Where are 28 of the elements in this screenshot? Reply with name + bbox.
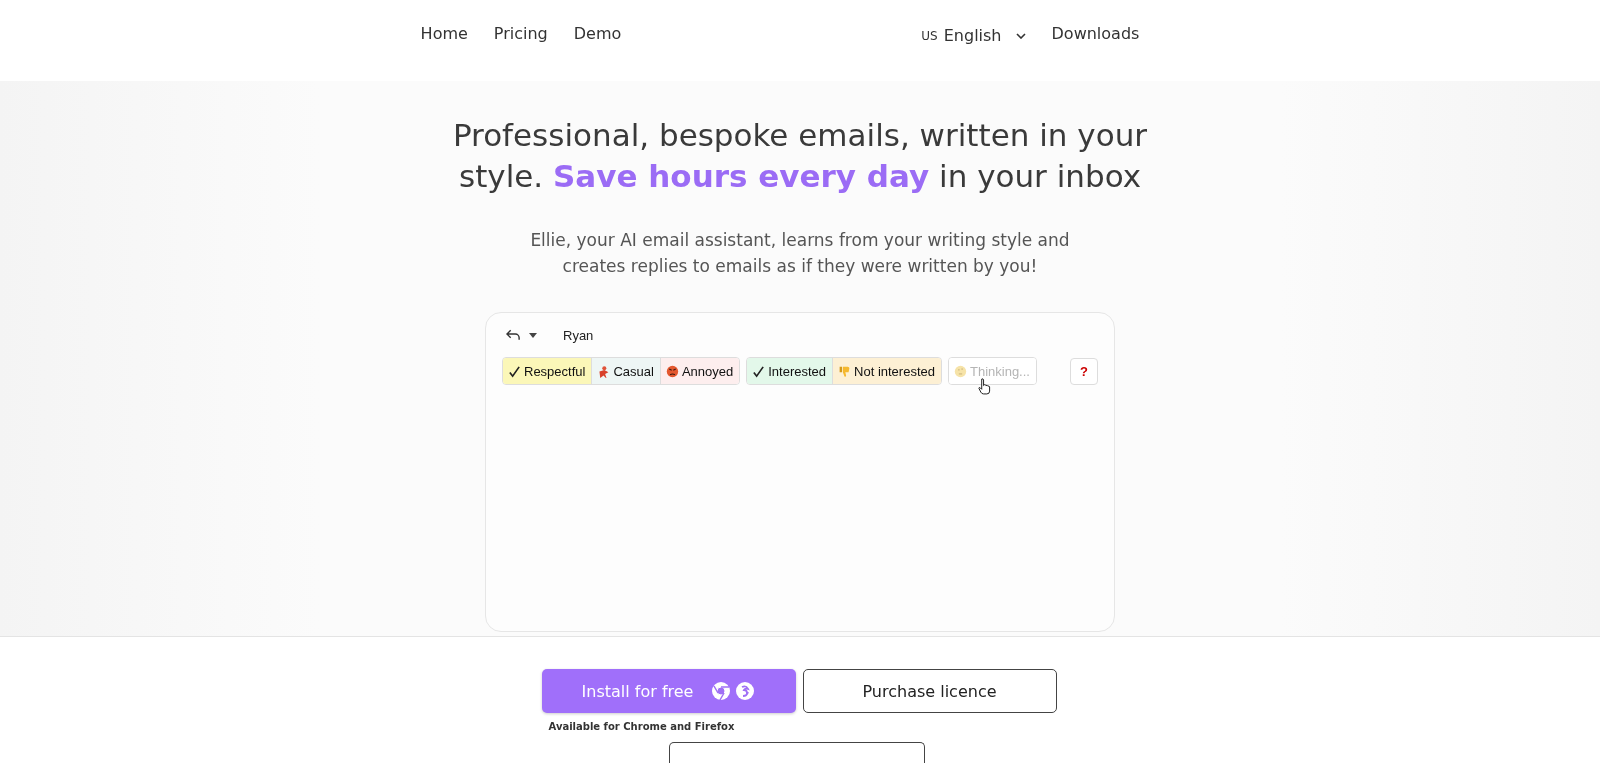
thumbs-down-icon — [838, 364, 852, 378]
tone-chip[interactable]: Interested — [747, 358, 834, 384]
nav-link[interactable]: Demo — [573, 24, 622, 43]
headline: Professional, bespoke emails, written in your style. Save hours every day in your inbox — [451, 116, 1149, 196]
help-button[interactable]: ? — [1070, 357, 1098, 385]
recipient-name: Ryan — [563, 327, 594, 343]
pointer-cursor-icon — [978, 378, 991, 395]
dancer-icon — [597, 364, 611, 378]
caret-icon — [529, 332, 537, 338]
chrome-icon — [711, 681, 732, 701]
check-icon — [752, 364, 766, 378]
angry-face-icon — [665, 364, 679, 378]
tone-chip[interactable]: Not interested — [833, 358, 941, 384]
tone-chip[interactable]: Respectful — [503, 358, 593, 384]
check-icon — [508, 364, 521, 378]
subheadline: Ellie, your AI email assistant, learns from your writing style and creates replies to emails as if they were written by you! — [529, 229, 1071, 278]
availability-note: Available for Chrome and Firefox — [548, 721, 736, 732]
chevron-down-icon — [1015, 32, 1026, 39]
nav-link[interactable]: Downloads — [1051, 24, 1140, 43]
purchase-button[interactable]: Purchase licence — [802, 669, 1057, 713]
reply-icon — [506, 329, 521, 341]
language-selector[interactable]: US English — [921, 22, 1026, 45]
outlined-button[interactable] — [669, 742, 925, 763]
nav-link[interactable]: Pricing — [493, 24, 548, 43]
tone-chip[interactable]: Annoyed — [660, 358, 740, 384]
nav-link[interactable]: Home — [420, 24, 468, 43]
thinking-face-icon — [954, 364, 967, 378]
tone-chip[interactable]: Casual — [592, 358, 661, 384]
